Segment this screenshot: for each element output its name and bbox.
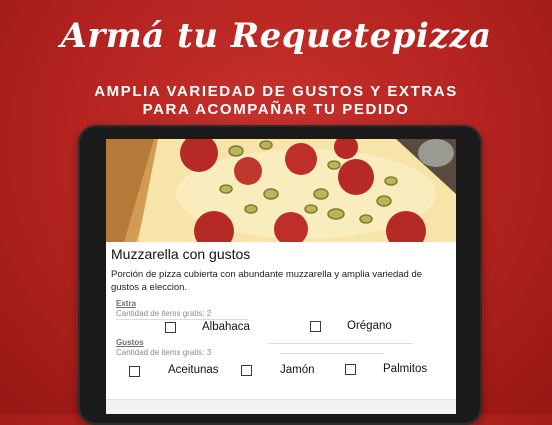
product-description: Porción de pizza cubierta con abundante … bbox=[111, 269, 423, 293]
section-extra-label: Extra bbox=[116, 299, 137, 308]
section-gustos-label: Gustos bbox=[116, 338, 144, 347]
divider bbox=[280, 353, 384, 354]
option-label-aceitunas: Aceitunas bbox=[168, 364, 219, 376]
checkbox-jamon[interactable] bbox=[241, 365, 252, 376]
option-label-albahaca: Albahaca bbox=[202, 321, 250, 333]
checkbox-oregano[interactable] bbox=[310, 321, 321, 332]
divider bbox=[268, 343, 413, 344]
pizza-photo bbox=[106, 139, 456, 242]
promo-subline-2: PARA ACOMPAÑAR TU PEDIDO bbox=[142, 101, 410, 118]
option-label-jamon: Jamón bbox=[280, 364, 315, 376]
bottom-bar bbox=[106, 399, 456, 414]
section-gustos-hint: Cantidad de items gratis: 3 bbox=[116, 348, 212, 357]
checkbox-albahaca[interactable] bbox=[165, 322, 176, 333]
promo-subline-1: AMPLIA VARIEDAD DE GUSTOS Y EXTRAS bbox=[94, 83, 458, 100]
section-extra-hint: Cantidad de items gratis: 2 bbox=[116, 309, 212, 318]
option-label-oregano: Orégano bbox=[347, 320, 392, 332]
checkbox-aceitunas[interactable] bbox=[129, 366, 140, 377]
option-label-palmitos: Palmitos bbox=[383, 363, 428, 375]
checkbox-palmitos[interactable] bbox=[345, 364, 356, 375]
divider bbox=[116, 319, 248, 320]
product-title: Muzzarella con gustos bbox=[111, 246, 251, 262]
app-screen: Muzzarella con gustos Porción de pizza c… bbox=[106, 139, 456, 414]
promo-headline: Armá tu Requetepizza bbox=[60, 16, 492, 56]
